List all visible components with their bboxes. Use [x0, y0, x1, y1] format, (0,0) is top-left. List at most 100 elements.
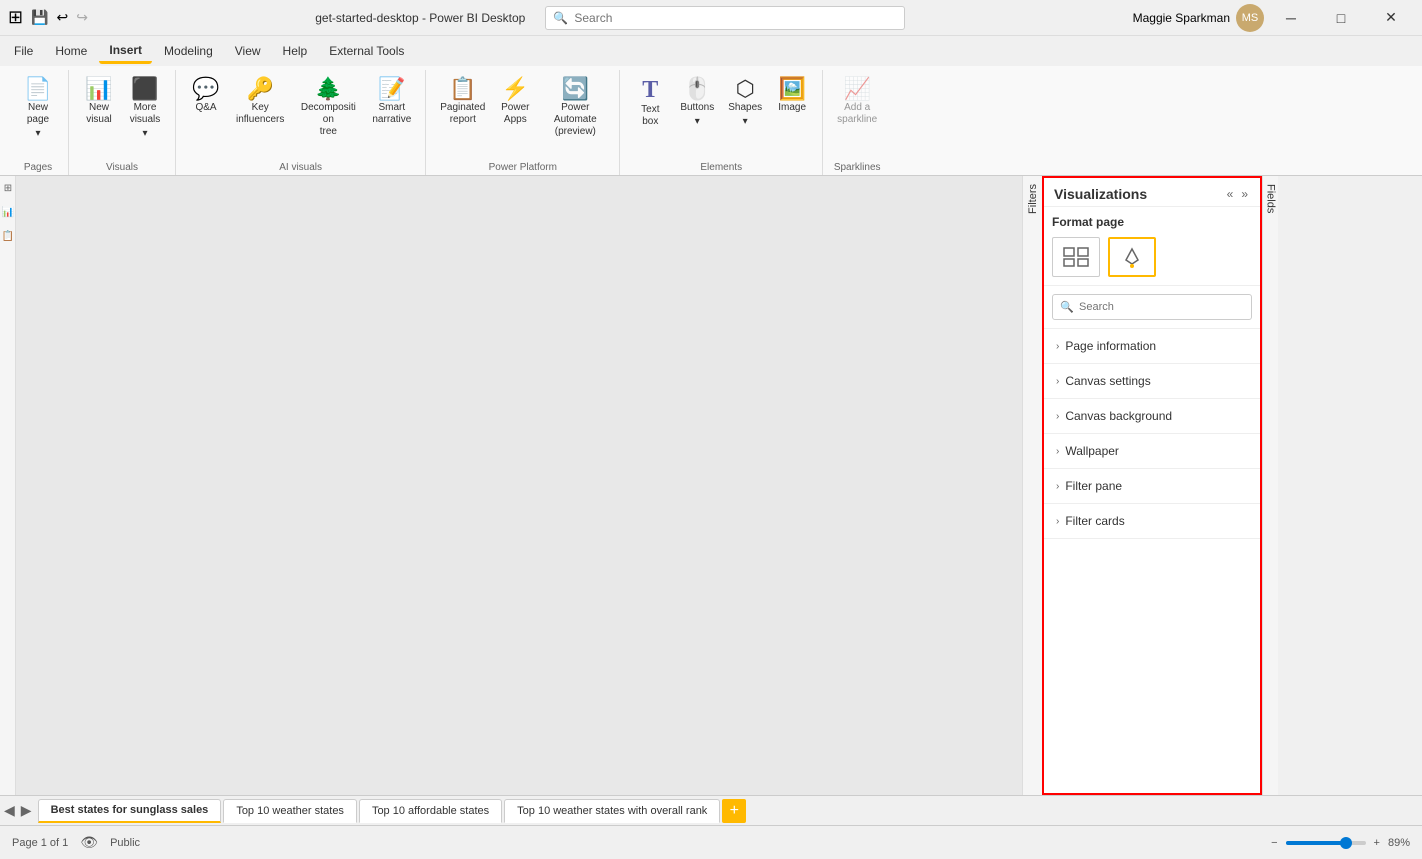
decomp-tree-button[interactable]: 🌲 Decompositiontree [292, 74, 364, 142]
chevron-icon: › [1056, 341, 1059, 352]
qa-button[interactable]: 💬 Q&A [184, 74, 228, 118]
menu-file[interactable]: File [4, 40, 43, 62]
new-visual-icon: 📊 [85, 78, 112, 100]
accordion-wallpaper[interactable]: › Wallpaper [1044, 434, 1260, 469]
power-automate-icon: 🔄 [562, 78, 589, 100]
fields-panel: Fields [1262, 176, 1278, 795]
viz-expand-button[interactable]: » [1239, 187, 1250, 201]
left-icon-data[interactable]: 📋 [0, 224, 16, 248]
new-page-icon: 📄 [24, 78, 51, 100]
viz-search-icon: 🔍 [1060, 301, 1074, 314]
ribbon-group-pages-label: Pages [16, 158, 60, 175]
power-apps-icon: ⚡ [502, 78, 529, 100]
new-visual-button[interactable]: 📊 Newvisual [77, 74, 121, 130]
accordion-filter-cards[interactable]: › Filter cards [1044, 504, 1260, 539]
left-icon-pages[interactable]: ⊞ [0, 176, 16, 200]
paginated-report-icon: 📋 [449, 78, 476, 100]
viz-panel: Visualizations « » Format page [1042, 176, 1262, 795]
maximize-button[interactable]: □ [1318, 0, 1364, 36]
zoom-slider[interactable] [1286, 841, 1366, 845]
new-page-button[interactable]: 📄 Newpage ▾ [16, 74, 60, 143]
fields-label[interactable]: Fields [1265, 184, 1277, 213]
left-icon-viz[interactable]: 📊 [0, 200, 16, 224]
title-bar-right: Maggie Sparkman MS ─ □ ✕ [1133, 0, 1414, 36]
buttons-icon: 🖱️ [684, 78, 711, 100]
tabs-nav-left[interactable]: ◀ [4, 802, 15, 819]
ribbon-group-ai-visuals: 💬 Q&A 🔑 Keyinfluencers 🌲 Decompositiontr… [176, 70, 426, 175]
filters-label[interactable]: Filters [1027, 184, 1039, 214]
power-automate-button[interactable]: 🔄 Power Automate(preview) [539, 74, 611, 142]
more-visuals-button[interactable]: ⬛ Morevisuals ▾ [123, 74, 167, 143]
zoom-out-icon[interactable]: − [1271, 837, 1277, 849]
close-button[interactable]: ✕ [1368, 0, 1414, 36]
search-input[interactable] [545, 6, 905, 30]
accordion-label: Canvas background [1065, 409, 1172, 423]
smart-narrative-button[interactable]: 📝 Smartnarrative [366, 74, 417, 130]
menu-insert[interactable]: Insert [99, 39, 152, 64]
add-sparkline-button[interactable]: 📈 Add asparkline [831, 74, 883, 130]
quick-access-redo[interactable]: ↪ [76, 9, 88, 26]
tabs-bar: ◀ ▶ Best states for sunglass salesTop 10… [0, 795, 1422, 825]
shapes-icon: ⬡ [736, 78, 755, 100]
menu-help[interactable]: Help [273, 40, 318, 62]
paginated-report-button[interactable]: 📋 Paginatedreport [434, 74, 491, 130]
shapes-button[interactable]: ⬡ Shapes ▾ [722, 74, 768, 131]
left-panel: ⊞ 📊 📋 [0, 176, 16, 795]
ribbon-group-pages: 📄 Newpage ▾ Pages [8, 70, 69, 175]
status-right: − + 89% [1271, 837, 1410, 849]
menu-bar: File Home Insert Modeling View Help Exte… [0, 36, 1422, 66]
format-grid-icon[interactable] [1052, 237, 1100, 277]
ribbon-group-elements: T Textbox 🖱️ Buttons ▾ ⬡ Shapes ▾ 🖼️ Ima… [620, 70, 823, 175]
accordion-filter-pane[interactable]: › Filter pane [1044, 469, 1260, 504]
image-button[interactable]: 🖼️ Image [770, 74, 814, 118]
viz-panel-title: Visualizations [1054, 186, 1147, 202]
menu-modeling[interactable]: Modeling [154, 40, 223, 62]
visibility-icon[interactable]: 👁 [80, 834, 98, 851]
accordion-label: Filter pane [1065, 479, 1122, 493]
status-bar: Page 1 of 1 👁 Public − + 89% [0, 825, 1422, 859]
format-paint-icon[interactable] [1108, 237, 1156, 277]
format-page-icons [1052, 237, 1252, 277]
accordion-label: Wallpaper [1065, 444, 1119, 458]
format-page-label: Format page [1052, 215, 1252, 229]
ribbon-group-power-platform-label: Power Platform [434, 158, 611, 175]
title-bar-center: get-started-desktop - Power BI Desktop 🔍 [88, 6, 1133, 30]
title-bar: ⊞ 💾 ↩ ↪ get-started-desktop - Power BI D… [0, 0, 1422, 36]
power-apps-button[interactable]: ⚡ PowerApps [493, 74, 537, 130]
tab-3[interactable]: Top 10 weather states with overall rank [504, 799, 720, 823]
workspace: ⊞ 📊 📋 What are the best states for sungl… [0, 176, 1422, 795]
quick-access-undo[interactable]: ↩ [57, 9, 69, 26]
menu-home[interactable]: Home [45, 40, 97, 62]
accordion-canvas-background[interactable]: › Canvas background [1044, 399, 1260, 434]
accordion-canvas-settings[interactable]: › Canvas settings [1044, 364, 1260, 399]
accordion-page-info[interactable]: › Page information [1044, 329, 1260, 364]
qa-icon: 💬 [192, 78, 219, 100]
menu-external-tools[interactable]: External Tools [319, 40, 414, 62]
tab-1[interactable]: Top 10 weather states [223, 799, 357, 823]
tab-0[interactable]: Best states for sunglass sales [38, 799, 222, 823]
chevron-icon: › [1056, 411, 1059, 422]
minimize-button[interactable]: ─ [1268, 0, 1314, 36]
add-tab-button[interactable]: + [722, 799, 746, 823]
tab-2[interactable]: Top 10 affordable states [359, 799, 502, 823]
accordion-label: Canvas settings [1065, 374, 1150, 388]
ribbon-group-ai-label: AI visuals [184, 158, 417, 175]
key-influencers-button[interactable]: 🔑 Keyinfluencers [230, 74, 290, 130]
ribbon-group-power-platform: 📋 Paginatedreport ⚡ PowerApps 🔄 Power Au… [426, 70, 620, 175]
ribbon-group-visuals: 📊 Newvisual ⬛ Morevisuals ▾ Visuals [69, 70, 176, 175]
text-box-icon: T [642, 78, 658, 102]
menu-view[interactable]: View [225, 40, 271, 62]
ribbon-group-elements-label: Elements [628, 158, 814, 175]
tabs-nav-right[interactable]: ▶ [21, 802, 32, 819]
quick-access-save[interactable]: 💾 [31, 9, 48, 26]
add-sparkline-icon: 📈 [843, 78, 870, 100]
text-box-button[interactable]: T Textbox [628, 74, 672, 132]
ribbon: 📄 Newpage ▾ Pages 📊 Newvisual ⬛ Morevisu… [0, 66, 1422, 176]
zoom-level: 89% [1388, 837, 1410, 849]
viz-search-input[interactable] [1052, 294, 1252, 320]
app-icon: ⊞ [8, 7, 23, 28]
viz-collapse-button[interactable]: « [1225, 187, 1236, 201]
zoom-in-icon[interactable]: + [1374, 837, 1380, 849]
buttons-button[interactable]: 🖱️ Buttons ▾ [674, 74, 720, 131]
page-indicator: Page 1 of 1 [12, 837, 68, 849]
